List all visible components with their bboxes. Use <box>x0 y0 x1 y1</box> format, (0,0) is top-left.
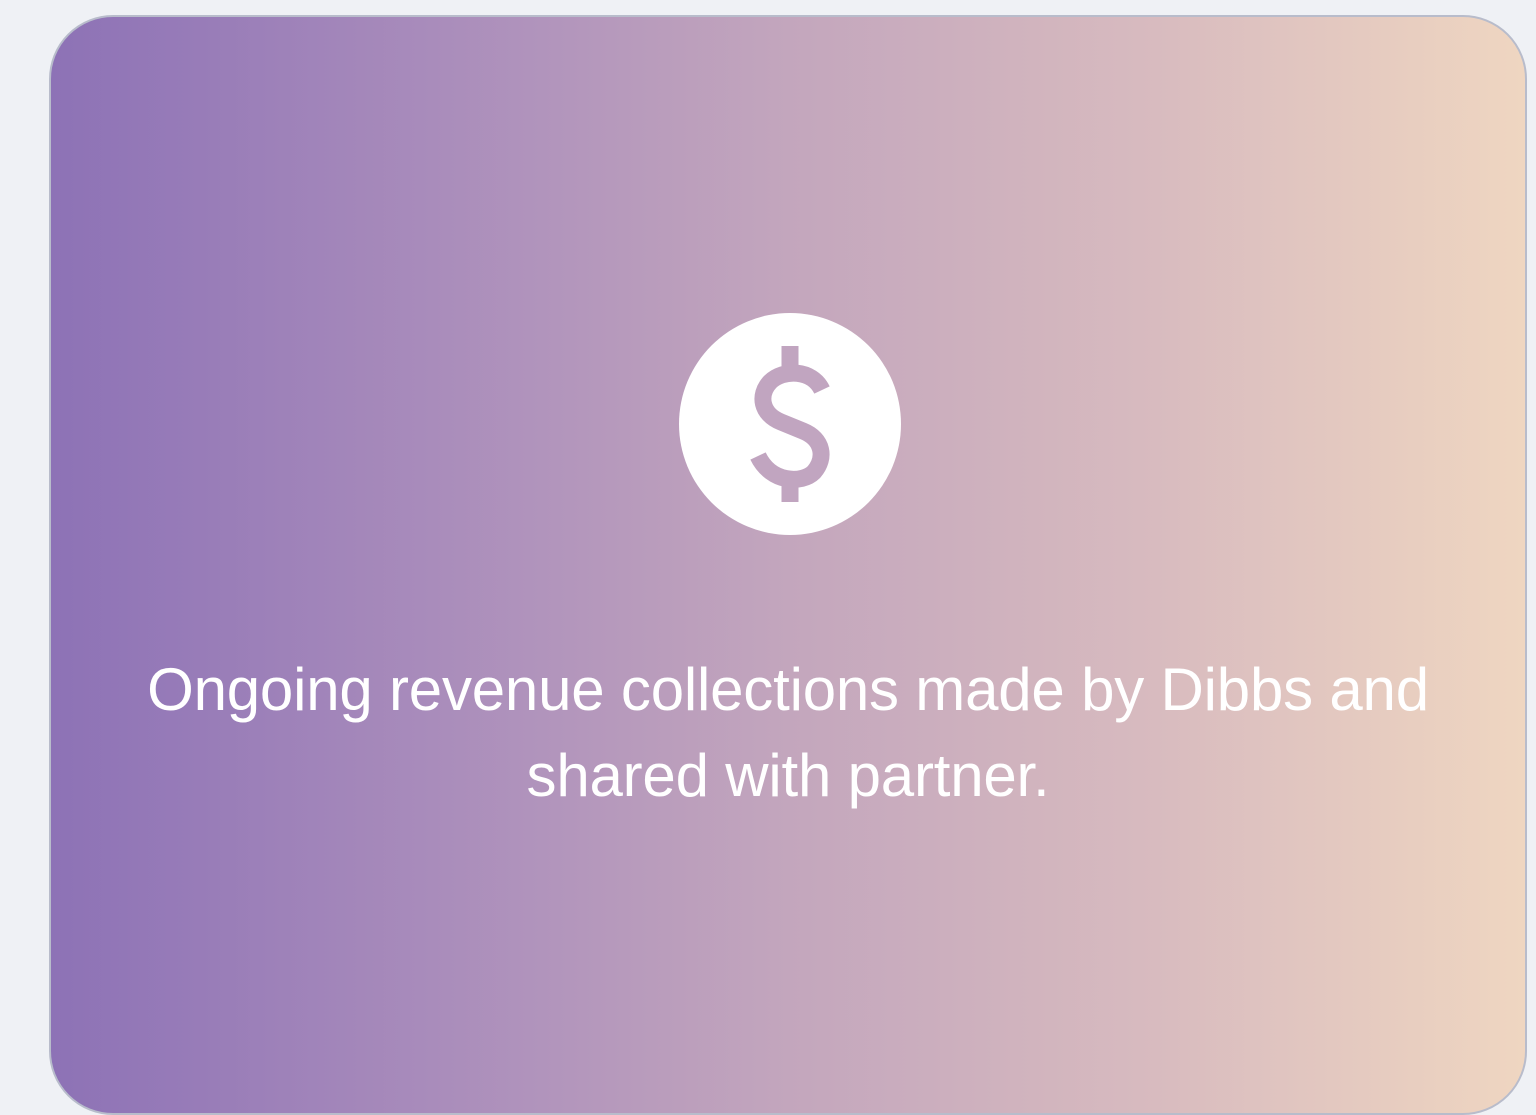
dollar-coin-icon <box>678 312 902 536</box>
card-description: Ongoing revenue collections made by Dibb… <box>147 656 1429 809</box>
revenue-share-card: Ongoing revenue collections made by Dibb… <box>49 15 1527 1115</box>
